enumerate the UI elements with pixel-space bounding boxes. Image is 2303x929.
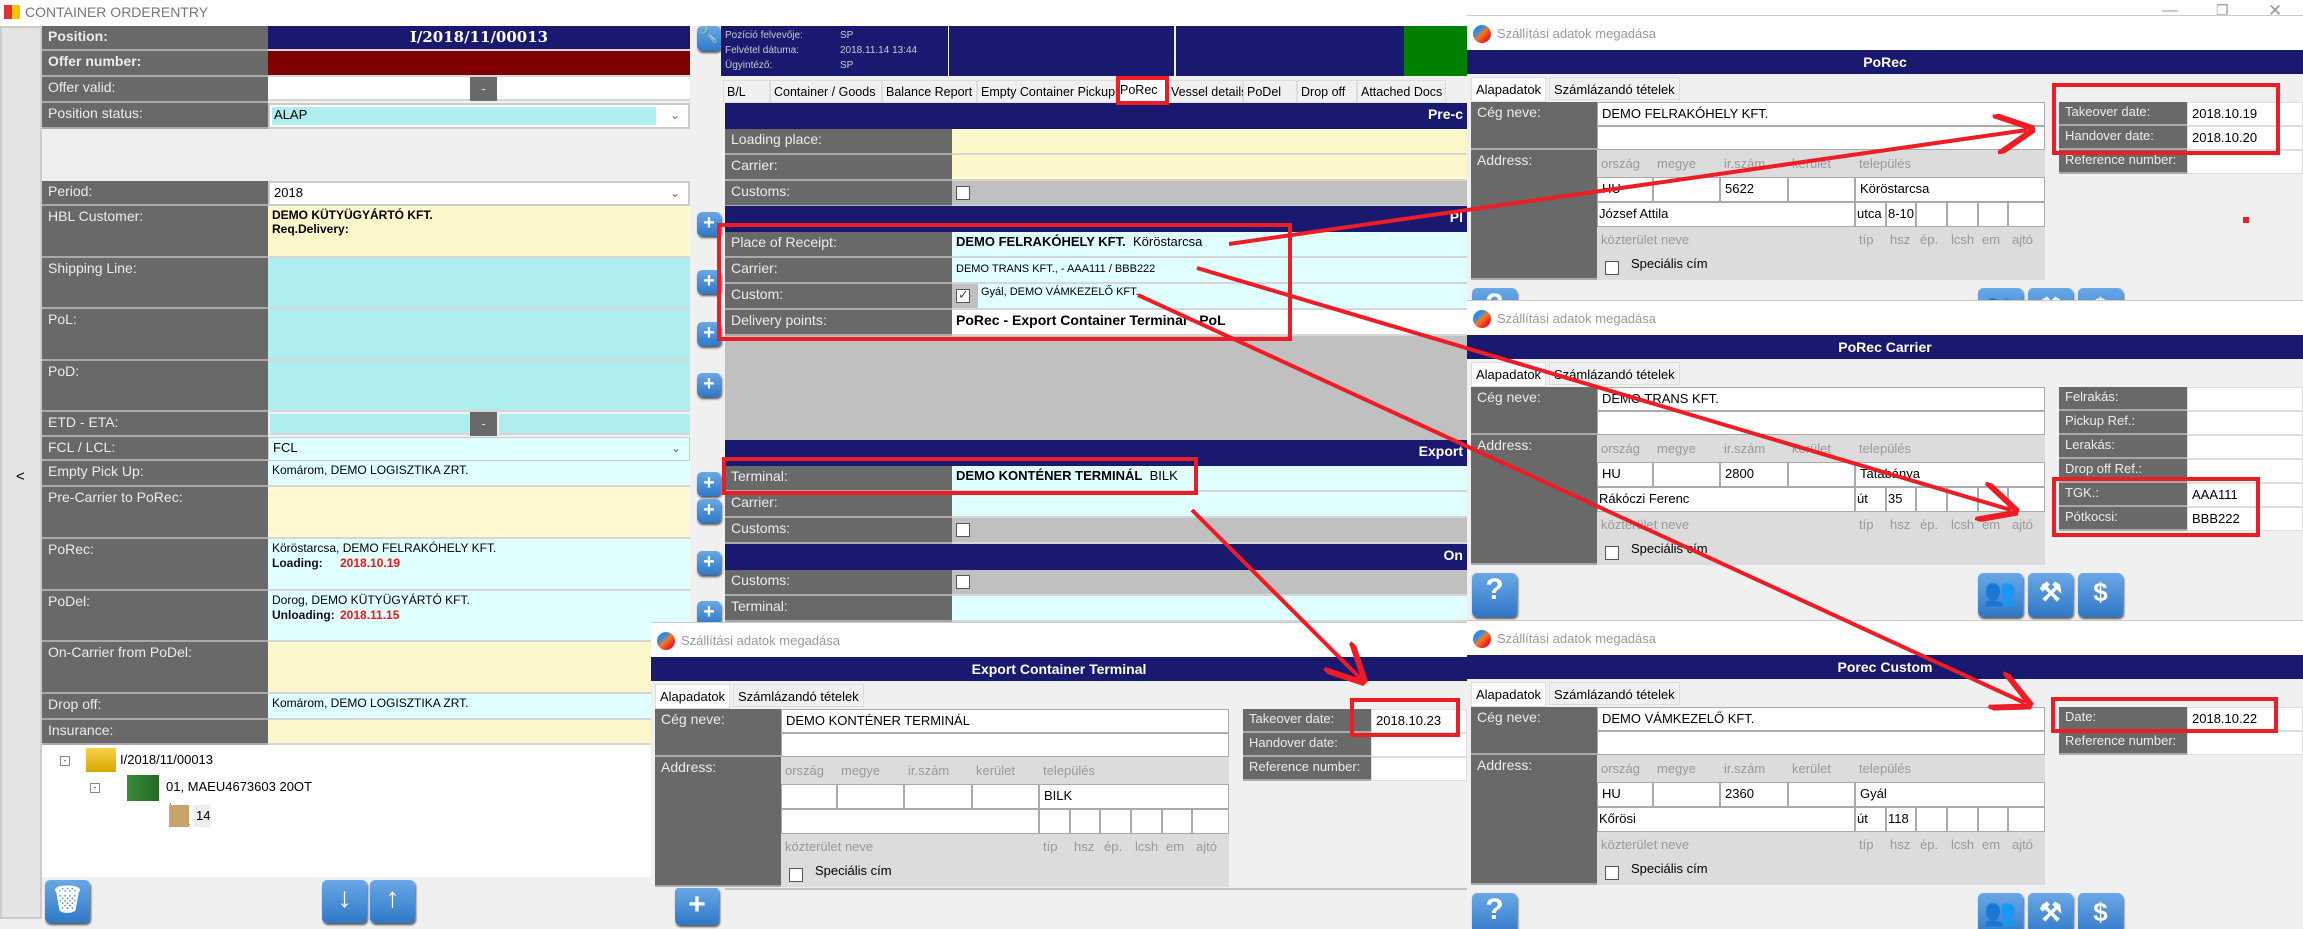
annotation-arrow bbox=[1196, 266, 2011, 510]
annotation-arrow bbox=[1190, 508, 1360, 678]
highlight-porec-dates bbox=[2052, 83, 2280, 155]
highlight-terminal-date bbox=[1350, 698, 1460, 737]
highlight-custom-date bbox=[2051, 697, 2278, 733]
highlight-terminal bbox=[722, 457, 1198, 495]
annotation-arrow bbox=[1228, 130, 2027, 246]
highlight-vehicle bbox=[2052, 477, 2260, 537]
highlight-place-of-receipt bbox=[717, 223, 1292, 341]
annotation-arrow bbox=[1137, 293, 2025, 703]
annotation-mark bbox=[2243, 217, 2249, 223]
highlight-porec-tab bbox=[1116, 76, 1169, 105]
